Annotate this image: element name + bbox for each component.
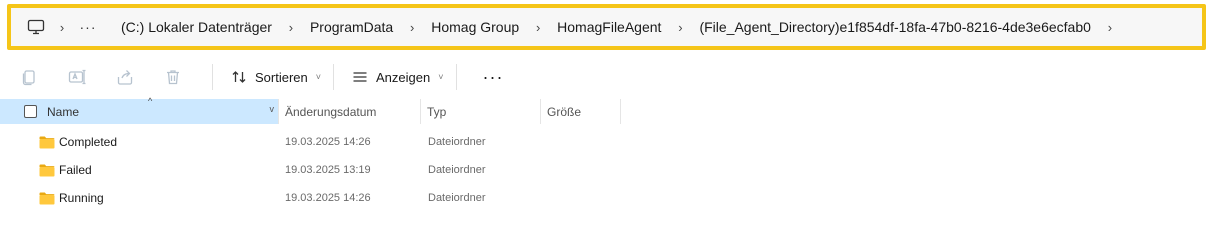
view-button[interactable]: Anzeigen ˅ [344, 62, 451, 92]
list-item[interactable]: Completed 19.03.2025 14:26 Dateiordner [0, 128, 1215, 156]
breadcrumb-file-agent-directory[interactable]: (File_Agent_Directory)e1f854df-18fa-47b0… [695, 19, 1094, 35]
folder-name: Running [59, 191, 104, 205]
rename-icon[interactable] [64, 64, 90, 90]
breadcrumb-homag-group[interactable]: Homag Group [427, 19, 523, 35]
modified-date: 19.03.2025 13:19 [285, 164, 371, 176]
folder-icon [39, 136, 55, 148]
modified-date: 19.03.2025 14:26 [285, 136, 371, 148]
file-explorer-window: › ··· (C:) Lokaler Datenträger › Program… [0, 0, 1215, 245]
column-size-label: Größe [547, 104, 582, 119]
more-options-button[interactable]: ··· [473, 62, 514, 92]
breadcrumb-homagfileagent[interactable]: HomagFileAgent [553, 19, 665, 35]
sort-label: Sortieren [255, 69, 308, 85]
item-type: Dateiordner [428, 164, 486, 176]
breadcrumb-overflow-button[interactable]: ··· [77, 19, 99, 35]
computer-icon[interactable] [25, 16, 47, 38]
column-header: Name ^ v Änderungsdatum Typ Größe [0, 96, 1215, 124]
column-size[interactable]: Größe [541, 99, 621, 124]
chevron-right-icon[interactable]: › [1095, 20, 1125, 35]
chevron-right-icon[interactable]: › [397, 20, 427, 35]
folder-name: Failed [59, 163, 92, 177]
toolbar-divider [212, 64, 213, 90]
modified-date: 19.03.2025 14:26 [285, 192, 371, 204]
chevron-right-icon[interactable]: › [523, 20, 553, 35]
breadcrumb-drive[interactable]: (C:) Lokaler Datenträger [117, 19, 276, 35]
view-label: Anzeigen [376, 69, 431, 85]
sort-ascending-icon: ^ [148, 96, 153, 106]
folder-icon [39, 192, 55, 204]
list-item[interactable]: Running 19.03.2025 14:26 Dateiordner [0, 184, 1215, 212]
share-icon[interactable] [112, 64, 138, 90]
address-bar[interactable]: › ··· (C:) Lokaler Datenträger › Program… [7, 4, 1206, 50]
folder-name: Completed [59, 135, 118, 149]
breadcrumb-programdata[interactable]: ProgramData [306, 19, 397, 35]
chevron-down-icon[interactable]: v [270, 104, 275, 114]
item-type: Dateiordner [428, 136, 486, 148]
delete-icon[interactable] [160, 64, 186, 90]
sort-button[interactable]: Sortieren ˅ [223, 62, 329, 92]
column-type-label: Typ [427, 104, 447, 119]
command-bar: Sortieren ˅ Anzeigen ˅ ··· [0, 58, 1215, 96]
chevron-right-icon[interactable]: › [47, 20, 77, 35]
chevron-down-icon: ˅ [438, 72, 444, 82]
column-type[interactable]: Typ [421, 99, 541, 124]
folder-icon [39, 164, 55, 176]
column-date-label: Änderungsdatum [285, 104, 377, 119]
column-name-label: Name [47, 104, 80, 119]
column-date[interactable]: Änderungsdatum [278, 99, 421, 124]
column-name[interactable]: Name ^ v [0, 96, 278, 124]
copy-icon[interactable] [16, 64, 42, 90]
toolbar-divider [333, 64, 335, 90]
toolbar-divider [455, 64, 457, 90]
list-item[interactable]: Failed 19.03.2025 13:19 Dateiordner [0, 156, 1215, 184]
chevron-right-icon[interactable]: › [276, 20, 306, 35]
select-all-checkbox[interactable] [24, 105, 37, 118]
chevron-down-icon: ˅ [315, 72, 322, 82]
chevron-right-icon[interactable]: › [665, 20, 695, 35]
item-type: Dateiordner [428, 192, 486, 204]
file-list: Completed 19.03.2025 14:26 Dateiordner F… [0, 128, 1215, 212]
